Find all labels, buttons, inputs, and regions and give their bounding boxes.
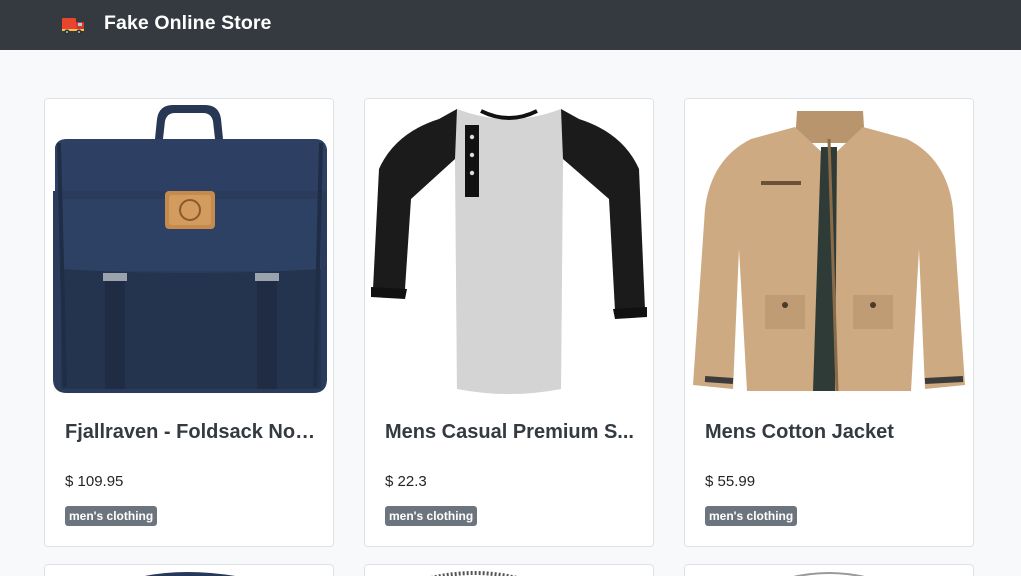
product-grid: Fjallraven - Foldsack No.... $ 109.95 me… [0, 0, 1021, 576]
product-image-partial [144, 572, 236, 576]
product-title[interactable]: Mens Cotton Jacket [705, 421, 957, 444]
product-image-partial [793, 572, 865, 576]
category-badge: men's clothing [705, 506, 798, 526]
product-card-partial[interactable] [44, 564, 334, 576]
product-title[interactable]: Mens Casual Premium S... [385, 421, 637, 444]
product-card-partial[interactable] [684, 564, 974, 576]
product-image-raglan-shirt[interactable] [365, 99, 653, 399]
product-title[interactable]: Fjallraven - Foldsack No.... [65, 421, 317, 444]
category-badge: men's clothing [385, 506, 478, 526]
product-card-partial[interactable] [364, 564, 654, 576]
category-badge: men's clothing [65, 506, 158, 526]
product-card[interactable]: Mens Cotton Jacket $ 55.99 men's clothin… [684, 98, 974, 547]
product-price: $ 109.95 [65, 473, 124, 490]
product-image-partial [430, 571, 518, 576]
product-price: $ 55.99 [705, 473, 756, 490]
product-image-cotton-jacket[interactable] [685, 99, 973, 399]
product-card[interactable]: Fjallraven - Foldsack No.... $ 109.95 me… [44, 98, 334, 547]
product-image-backpack[interactable] [45, 99, 333, 399]
product-card[interactable]: Mens Casual Premium S... $ 22.3 men's cl… [364, 98, 654, 547]
product-price: $ 22.3 [385, 473, 427, 490]
